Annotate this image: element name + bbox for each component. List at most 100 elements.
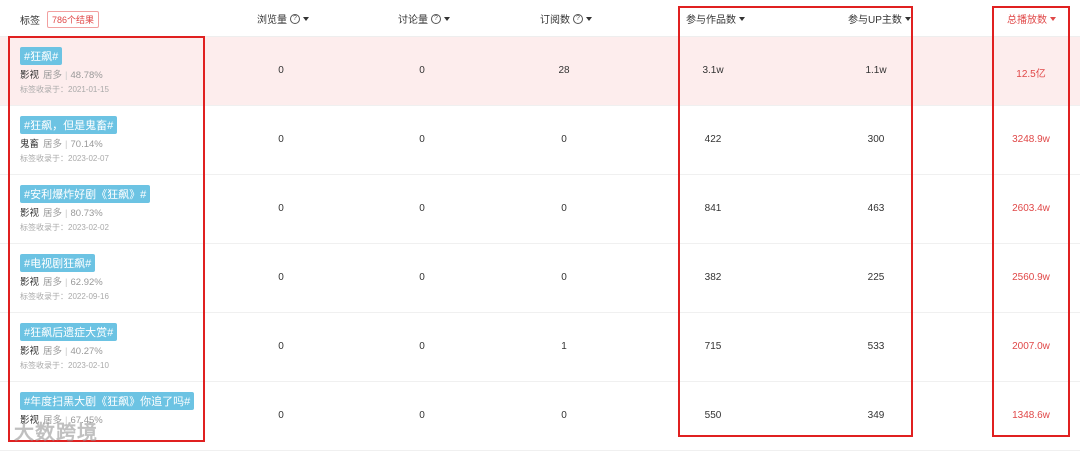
tag-chip[interactable]: #狂飙后遗症大赏# bbox=[20, 323, 118, 341]
category-share-label: 居多 bbox=[43, 208, 63, 219]
table-row[interactable]: #安利爆炸好剧《狂飙》# 影视 居多 | 80.73% 标签收录于：2023-02-0… bbox=[0, 175, 1080, 244]
tag-category-line: 影视 居多 | 48.78% bbox=[20, 67, 103, 81]
up-value: 533 bbox=[867, 341, 885, 352]
works-value: 841 bbox=[704, 203, 722, 214]
views-value: 0 bbox=[278, 272, 284, 283]
category-share-label: 居多 bbox=[43, 277, 63, 288]
views-value: 0 bbox=[278, 203, 284, 214]
table-row[interactable]: #狂飙，但是鬼畜# 鬼畜 居多 | 70.14% 标签收录于：2023-02-07 0… bbox=[0, 106, 1080, 175]
up-value: 463 bbox=[867, 203, 885, 214]
subscribe-value: 28 bbox=[558, 65, 570, 76]
category-label: 鬼畜 bbox=[20, 139, 40, 150]
tag-chip[interactable]: #年度扫黑大剧《狂飙》你追了吗# bbox=[20, 392, 195, 410]
works-value: 715 bbox=[704, 341, 722, 352]
plays-value: 2603.4w bbox=[1012, 203, 1050, 214]
category-label: 影视 bbox=[20, 70, 40, 81]
watermark: 大数跨境 bbox=[14, 422, 98, 444]
up-value: 300 bbox=[867, 134, 885, 145]
views-header-label: 浏览量 bbox=[257, 15, 287, 26]
plays-value: 1348.6w bbox=[1012, 410, 1050, 421]
category-label: 影视 bbox=[20, 346, 40, 357]
collected-date: 标签收录于：2022-09-16 bbox=[20, 292, 109, 301]
divider: | bbox=[65, 346, 68, 357]
up-value: 1.1w bbox=[865, 65, 887, 76]
views-value: 0 bbox=[278, 410, 284, 421]
subscribe-value: 0 bbox=[561, 203, 567, 214]
sort-down-icon bbox=[303, 16, 309, 21]
plays-value: 12.5亿 bbox=[1016, 69, 1046, 80]
divider: | bbox=[65, 208, 68, 219]
tag-category-line: 影视 居多 | 62.92% bbox=[20, 274, 103, 288]
discuss-value: 0 bbox=[419, 203, 425, 214]
discuss-value: 0 bbox=[419, 410, 425, 421]
help-icon[interactable]: ? bbox=[573, 13, 583, 24]
help-icon[interactable]: ? bbox=[290, 13, 300, 24]
views-sort-header[interactable]: 浏览量 ? bbox=[257, 11, 309, 26]
tag-category-line: 鬼畜 居多 | 70.14% bbox=[20, 136, 103, 150]
discuss-sort-header[interactable]: 讨论量 ? bbox=[398, 11, 450, 26]
discuss-value: 0 bbox=[419, 341, 425, 352]
tag-category-line: 影视 居多 | 40.27% bbox=[20, 343, 103, 357]
tag-chip[interactable]: #狂飙，但是鬼畜# bbox=[20, 116, 118, 134]
collected-date: 标签收录于：2021-01-15 bbox=[20, 85, 109, 94]
subscribe-value: 1 bbox=[561, 341, 567, 352]
plays-sort-header[interactable]: 总播放数 bbox=[1007, 11, 1056, 26]
category-label: 影视 bbox=[20, 277, 40, 288]
tag-header-label: 标签 bbox=[20, 16, 40, 27]
table-row[interactable]: #电视剧狂飙# 影视 居多 | 62.92% 标签收录于：2022-09-16 0 0… bbox=[0, 244, 1080, 313]
subscribe-value: 0 bbox=[561, 134, 567, 145]
discuss-value: 0 bbox=[419, 272, 425, 283]
divider: | bbox=[65, 70, 68, 81]
subscribe-value: 0 bbox=[561, 272, 567, 283]
discuss-header-label: 讨论量 bbox=[398, 15, 428, 26]
result-count-badge: 786个结果 bbox=[47, 11, 100, 28]
category-share-percent: 80.73% bbox=[70, 208, 103, 219]
table-row[interactable]: #年度扫黑大剧《狂飙》你追了吗# 影视 居多 | 67.45% 0 0 0 550 3… bbox=[0, 382, 1080, 451]
category-share-percent: 40.27% bbox=[70, 346, 103, 357]
collected-date: 标签收录于：2023-02-10 bbox=[20, 361, 109, 370]
sort-down-icon bbox=[444, 16, 450, 21]
divider: | bbox=[65, 277, 68, 288]
sort-down-icon bbox=[739, 16, 745, 21]
subscribe-sort-header[interactable]: 订阅数 ? bbox=[540, 11, 592, 26]
works-value: 3.1w bbox=[702, 65, 724, 76]
views-value: 0 bbox=[278, 134, 284, 145]
divider: | bbox=[65, 139, 68, 150]
tag-chip[interactable]: #狂飙# bbox=[20, 47, 63, 65]
help-icon[interactable]: ? bbox=[431, 13, 441, 24]
table-row[interactable]: #狂飙# 影视 居多 | 48.78% 标签收录于：2021-01-15 0 0 28… bbox=[0, 37, 1080, 106]
category-share-percent: 70.14% bbox=[70, 139, 103, 150]
collected-date: 标签收录于：2023-02-02 bbox=[20, 223, 109, 232]
tag-chip[interactable]: #电视剧狂飙# bbox=[20, 254, 96, 272]
category-share-label: 居多 bbox=[43, 70, 63, 81]
tag-column-header: 标签 786个结果 bbox=[20, 11, 100, 28]
subscribe-header-label: 订阅数 bbox=[540, 15, 570, 26]
works-value: 550 bbox=[704, 410, 722, 421]
subscribe-value: 0 bbox=[561, 410, 567, 421]
collected-date: 标签收录于：2023-02-07 bbox=[20, 154, 109, 163]
table-row[interactable]: #狂飙后遗症大赏# 影视 居多 | 40.27% 标签收录于：2023-02-10 0… bbox=[0, 313, 1080, 382]
views-value: 0 bbox=[278, 65, 284, 76]
works-value: 382 bbox=[704, 272, 722, 283]
category-share-label: 居多 bbox=[43, 346, 63, 357]
up-sort-header[interactable]: 参与UP主数 bbox=[848, 11, 911, 26]
views-value: 0 bbox=[278, 341, 284, 352]
discuss-value: 0 bbox=[419, 65, 425, 76]
plays-value: 3248.9w bbox=[1012, 134, 1050, 145]
discuss-value: 0 bbox=[419, 134, 425, 145]
sort-down-icon bbox=[1050, 16, 1056, 21]
works-header-label: 参与作品数 bbox=[686, 15, 736, 26]
up-header-label: 参与UP主数 bbox=[848, 15, 902, 26]
plays-header-label: 总播放数 bbox=[1007, 15, 1047, 26]
up-value: 225 bbox=[867, 272, 885, 283]
table-body: #狂飙# 影视 居多 | 48.78% 标签收录于：2021-01-15 0 0 28… bbox=[0, 37, 1080, 451]
category-label: 影视 bbox=[20, 208, 40, 219]
works-sort-header[interactable]: 参与作品数 bbox=[686, 11, 745, 26]
plays-value: 2007.0w bbox=[1012, 341, 1050, 352]
up-value: 349 bbox=[867, 410, 885, 421]
tag-chip[interactable]: #安利爆炸好剧《狂飙》# bbox=[20, 185, 151, 203]
sort-down-icon bbox=[904, 16, 911, 21]
tag-category-line: 影视 居多 | 80.73% bbox=[20, 205, 103, 219]
sort-down-icon bbox=[586, 16, 592, 21]
category-share-percent: 62.92% bbox=[70, 277, 103, 288]
